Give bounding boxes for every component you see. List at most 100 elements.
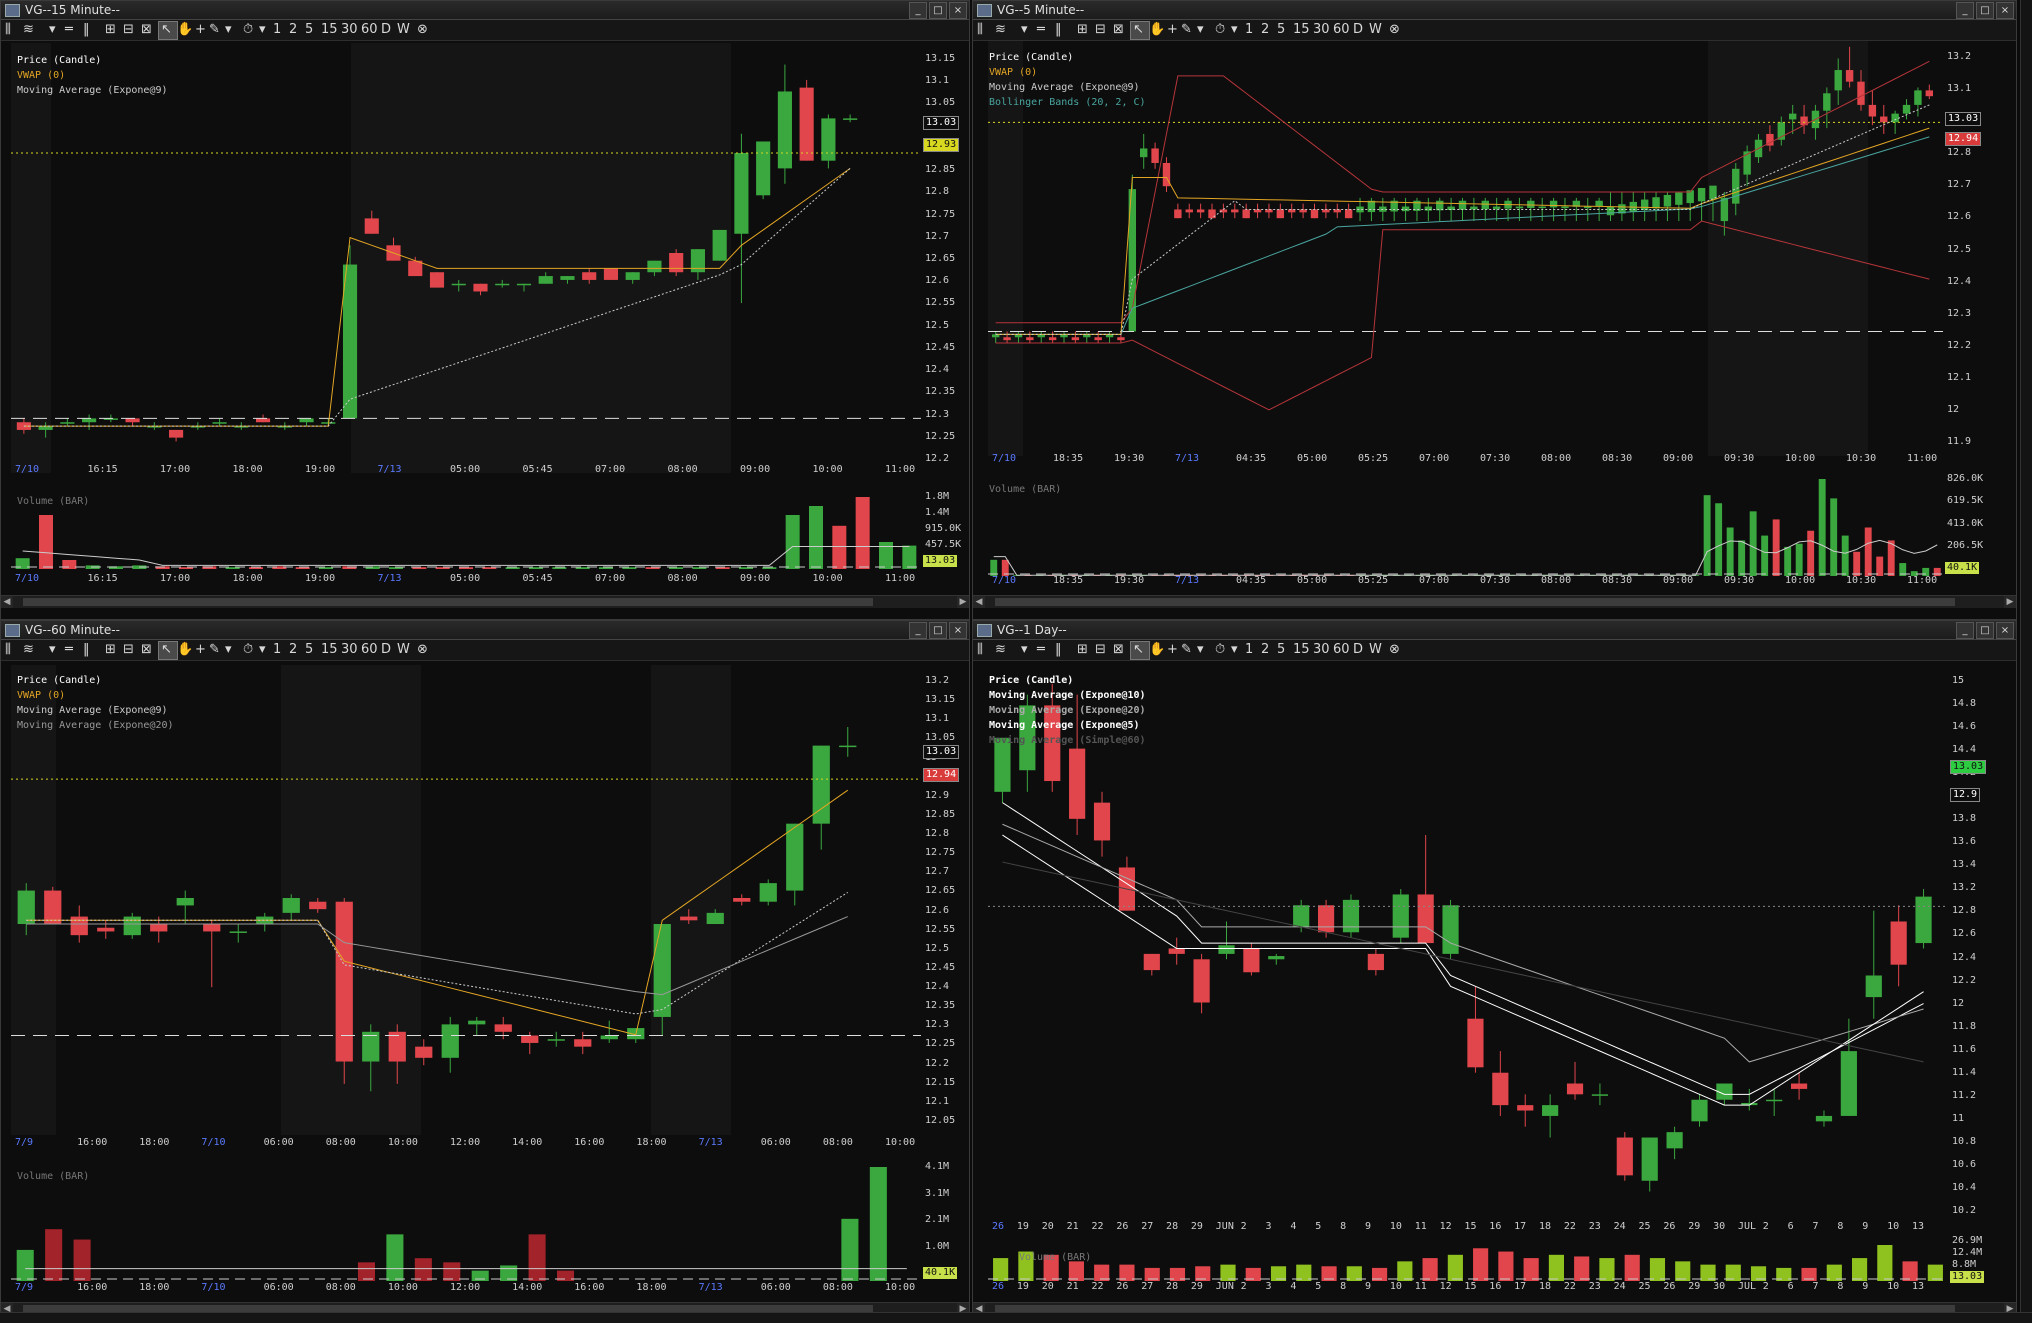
study-icon[interactable]: ≋	[995, 642, 1006, 658]
period-button-30[interactable]: 30	[1313, 22, 1330, 38]
scroll-left-icon[interactable]: ◀	[973, 596, 985, 608]
period-button-1[interactable]: 1	[1245, 642, 1253, 658]
clock-icon[interactable]: ⏱	[243, 642, 253, 658]
period-button-D[interactable]: D	[1353, 22, 1363, 38]
grid-icon[interactable]: ⊞	[1077, 22, 1088, 38]
grid-icon[interactable]: ⊞	[105, 642, 116, 658]
close-button[interactable]: ×	[949, 2, 967, 19]
close-button[interactable]: ×	[949, 622, 967, 639]
title-bar[interactable]: VG--1 Day-- _ □ ×	[973, 621, 2016, 640]
crosshair-icon[interactable]: +	[195, 22, 206, 38]
period-button-30[interactable]: 30	[341, 642, 358, 658]
pan-icon[interactable]: ✋	[1149, 642, 1165, 658]
period-button-2[interactable]: 2	[1261, 22, 1269, 38]
period-button-2[interactable]: 2	[289, 642, 297, 658]
vertical-scrollbar[interactable]	[2020, 0, 2032, 1313]
time-axis[interactable]: 7/10 16:15 17:00 18:00 19:00 7/13 05:00 05:45 07…	[11, 464, 921, 478]
period-button-1[interactable]: 1	[1245, 22, 1253, 38]
draw-dropdown-icon[interactable]: ▾	[1197, 642, 1204, 658]
close-button[interactable]: ×	[1996, 2, 2014, 19]
draw-icon[interactable]: ✎	[1181, 642, 1192, 658]
close-button[interactable]: ×	[1996, 622, 2014, 639]
pause-icon[interactable]: ‖	[83, 642, 90, 658]
compare-icon[interactable]: ⊠	[1113, 22, 1124, 38]
grid-icon[interactable]: ⊞	[1077, 642, 1088, 658]
period-button-W[interactable]: W	[1369, 22, 1382, 38]
chart-window-15min[interactable]: VG--15 Minute-- _ □ × ⫼ ≋ ▾ ═ ‖ ⊞ ⊟ ⊠ ↖ ✋ + ✎ ▾ ⏱ ▾ 1 2 5 15…	[0, 0, 970, 620]
settings-icon[interactable]: ⊗	[417, 22, 428, 38]
period-button-60[interactable]: 60	[1333, 642, 1350, 658]
volume-chart[interactable]	[988, 1239, 1948, 1281]
draw-icon[interactable]: ✎	[209, 22, 220, 38]
compare-icon[interactable]: ⊠	[141, 22, 152, 38]
layout-icon[interactable]: ⊟	[123, 642, 134, 658]
period-button-60[interactable]: 60	[361, 642, 378, 658]
clock-icon[interactable]: ⏱	[1215, 642, 1225, 658]
period-button-W[interactable]: W	[397, 22, 410, 38]
cursor-icon[interactable]: ↖	[1133, 22, 1144, 38]
volume-chart[interactable]	[988, 473, 1943, 576]
layout-icon[interactable]: ⊟	[1095, 642, 1106, 658]
clock-icon[interactable]: ⏱	[1215, 22, 1225, 38]
time-axis[interactable]: 7/9 16:00 18:00 7/10 06:00 08:00 10:00 12:00 14:…	[11, 1137, 921, 1151]
chart-type-icon[interactable]: ⫼	[5, 642, 11, 658]
time-axis[interactable]: 26 19 20 21 22 26 27 28 29 JUN 2 3 4 5 8 9 10 11 12 15 16 17 1…	[988, 1221, 1948, 1235]
maximize-button[interactable]: □	[1976, 2, 1994, 19]
maximize-button[interactable]: □	[1976, 622, 1994, 639]
volume-chart[interactable]	[11, 491, 921, 569]
pause-icon[interactable]: ‖	[83, 22, 90, 38]
pause-icon[interactable]: ‖	[1055, 22, 1062, 38]
chart-type-icon[interactable]: ⫼	[5, 22, 11, 38]
minimize-button[interactable]: _	[1956, 2, 1974, 19]
settings-icon[interactable]: ⊗	[1389, 642, 1400, 658]
dropdown-icon[interactable]: ▾	[1021, 22, 1028, 38]
horizontal-scrollbar[interactable]: ◀ ▶	[1, 595, 969, 608]
clock-dropdown-icon[interactable]: ▾	[1231, 642, 1238, 658]
minimize-button[interactable]: _	[909, 622, 927, 639]
chart-type-icon[interactable]: ⫼	[977, 642, 983, 658]
period-button-30[interactable]: 30	[1313, 642, 1330, 658]
settings-icon[interactable]: ⊗	[417, 642, 428, 658]
scroll-left-icon[interactable]: ◀	[1, 596, 13, 608]
draw-icon[interactable]: ✎	[1181, 22, 1192, 38]
pause-icon[interactable]: ‖	[1055, 642, 1062, 658]
period-button-5[interactable]: 5	[1277, 642, 1285, 658]
cursor-icon[interactable]: ↖	[161, 642, 172, 658]
dropdown-icon[interactable]: ▾	[49, 642, 56, 658]
clock-dropdown-icon[interactable]: ▾	[259, 642, 266, 658]
layout-icon[interactable]: ⊟	[123, 22, 134, 38]
clock-dropdown-icon[interactable]: ▾	[259, 22, 266, 38]
period-button-60[interactable]: 60	[361, 22, 378, 38]
crosshair-icon[interactable]: +	[1167, 22, 1178, 38]
cursor-icon[interactable]: ↖	[1133, 642, 1144, 658]
period-button-15[interactable]: 15	[321, 642, 338, 658]
time-axis[interactable]: 7/10 18:35 19:30 7/13 04:35 05:00 05:25 07:00 07…	[988, 453, 1943, 467]
scroll-thumb[interactable]	[995, 598, 1955, 606]
chart-window-1day[interactable]: VG--1 Day-- _ □ × ⫼ ≋ ▾ ═ ‖ ⊞ ⊟ ⊠ ↖ ✋ + ✎ ▾ ⏱ ▾ 1 2 5 15 30 60…	[972, 620, 2017, 1315]
maximize-button[interactable]: □	[929, 2, 947, 19]
period-button-D[interactable]: D	[381, 642, 391, 658]
price-axis[interactable]: 1514.814.614.414.21413.813.613.413.212.8…	[1948, 665, 2008, 1225]
period-button-30[interactable]: 30	[341, 22, 358, 38]
volume-chart[interactable]	[11, 1161, 921, 1281]
cursor-icon[interactable]: ↖	[161, 22, 172, 38]
minimize-button[interactable]: _	[909, 2, 927, 19]
period-button-1[interactable]: 1	[273, 642, 281, 658]
scroll-right-icon[interactable]: ▶	[2004, 596, 2016, 608]
title-bar[interactable]: VG--60 Minute-- _ □ ×	[1, 621, 969, 640]
line-tool-icon[interactable]: ═	[65, 642, 73, 658]
period-button-5[interactable]: 5	[1277, 22, 1285, 38]
maximize-button[interactable]: □	[929, 622, 947, 639]
pan-icon[interactable]: ✋	[177, 22, 193, 38]
layout-icon[interactable]: ⊟	[1095, 22, 1106, 38]
draw-icon[interactable]: ✎	[209, 642, 220, 658]
period-button-W[interactable]: W	[1369, 642, 1382, 658]
period-button-D[interactable]: D	[381, 22, 391, 38]
period-button-1[interactable]: 1	[273, 22, 281, 38]
chart-window-5min[interactable]: VG--5 Minute-- _ □ × ⫼ ≋ ▾ ═ ‖ ⊞ ⊟ ⊠ ↖ ✋ + ✎ ▾ ⏱ ▾ 1 2 5 15 3…	[972, 0, 2017, 620]
compare-icon[interactable]: ⊠	[1113, 642, 1124, 658]
period-button-2[interactable]: 2	[1261, 642, 1269, 658]
clock-icon[interactable]: ⏱	[243, 22, 253, 38]
period-button-2[interactable]: 2	[289, 22, 297, 38]
period-button-5[interactable]: 5	[305, 642, 313, 658]
